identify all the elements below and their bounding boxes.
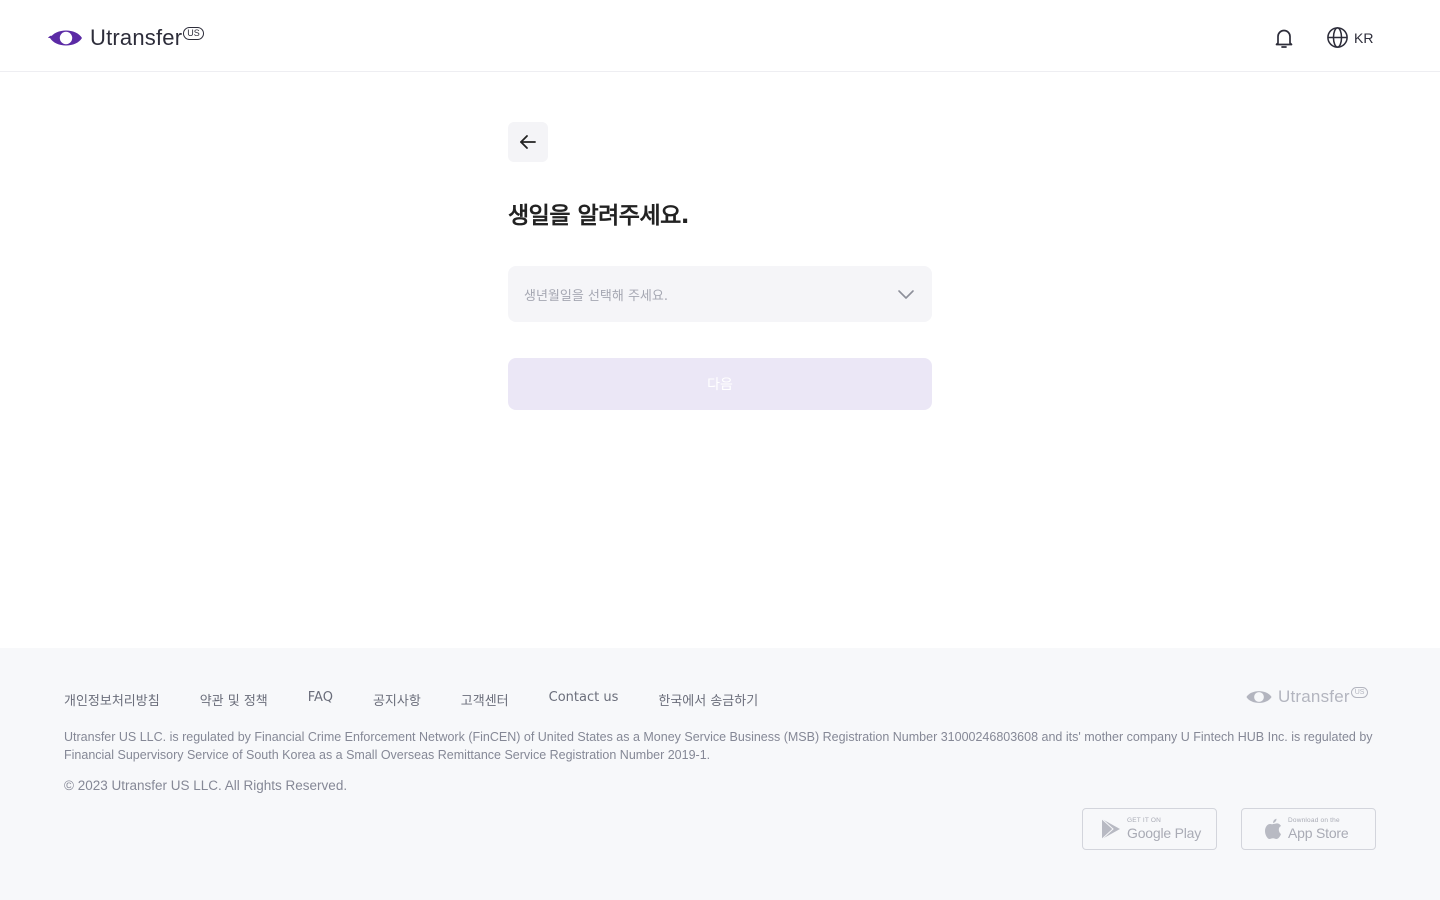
footer-link-contact[interactable]: Contact us — [549, 690, 619, 709]
globe-icon — [1327, 27, 1348, 48]
logo-text: Utransfer — [90, 25, 183, 50]
footer-logo-text: Utransfer — [1278, 687, 1350, 706]
footer-links: 개인정보처리방침 약관 및 정책 FAQ 공지사항 고객센터 Contact u… — [64, 690, 798, 709]
footer-link-privacy[interactable]: 개인정보처리방침 — [64, 690, 160, 709]
chevron-down-icon — [898, 290, 914, 299]
main-content: 생일을 알려주세요. 생년월일을 선택해 주세요. 다음 — [508, 122, 932, 410]
google-play-button[interactable]: GET IT ON Google Play — [1082, 808, 1217, 850]
logo[interactable]: Utransfer US — [48, 24, 204, 52]
next-button[interactable]: 다음 — [508, 358, 932, 410]
app-store-big: App Store — [1288, 825, 1349, 841]
footer-link-faq[interactable]: FAQ — [308, 690, 333, 709]
bell-icon — [1275, 29, 1293, 48]
apple-icon — [1265, 818, 1281, 839]
google-play-small: GET IT ON — [1127, 817, 1162, 824]
language-label: KR — [1354, 29, 1374, 46]
logo-icon — [1246, 691, 1272, 703]
footer-link-terms[interactable]: 약관 및 정책 — [200, 690, 268, 709]
language-selector[interactable]: KR — [1326, 26, 1373, 49]
google-play-icon — [1101, 818, 1120, 840]
copyright: © 2023 Utransfer US LLC. All Rights Rese… — [64, 778, 348, 793]
footer-logo-badge: US — [1350, 686, 1369, 698]
footer-link-korea-remit[interactable]: 한국에서 송금하기 — [658, 690, 758, 709]
birthdate-placeholder: 생년월일을 선택해 주세요. — [524, 288, 668, 304]
page-title: 생일을 알려주세요. — [508, 203, 690, 229]
logo-icon — [48, 30, 82, 46]
arrow-left-icon — [520, 135, 536, 149]
footer: 개인정보처리방침 약관 및 정책 FAQ 공지사항 고객센터 Contact u… — [0, 648, 1440, 900]
app-store-button[interactable]: Download on the App Store — [1241, 808, 1376, 850]
back-button[interactable] — [508, 122, 548, 162]
logo-badge: US — [183, 26, 204, 40]
footer-link-notices[interactable]: 공지사항 — [373, 690, 421, 709]
header: Utransfer US KR — [0, 0, 1440, 72]
notification-button[interactable] — [1272, 26, 1296, 50]
regulatory-disclaimer: Utransfer US LLC. is regulated by Financ… — [64, 730, 1373, 762]
app-store-small: Download on the — [1288, 817, 1340, 824]
footer-link-support[interactable]: 고객센터 — [461, 690, 509, 709]
footer-logo: Utransfer US — [1244, 686, 1369, 708]
google-play-big: Google Play — [1127, 825, 1202, 841]
birthdate-select[interactable]: 생년월일을 선택해 주세요. — [508, 266, 932, 322]
